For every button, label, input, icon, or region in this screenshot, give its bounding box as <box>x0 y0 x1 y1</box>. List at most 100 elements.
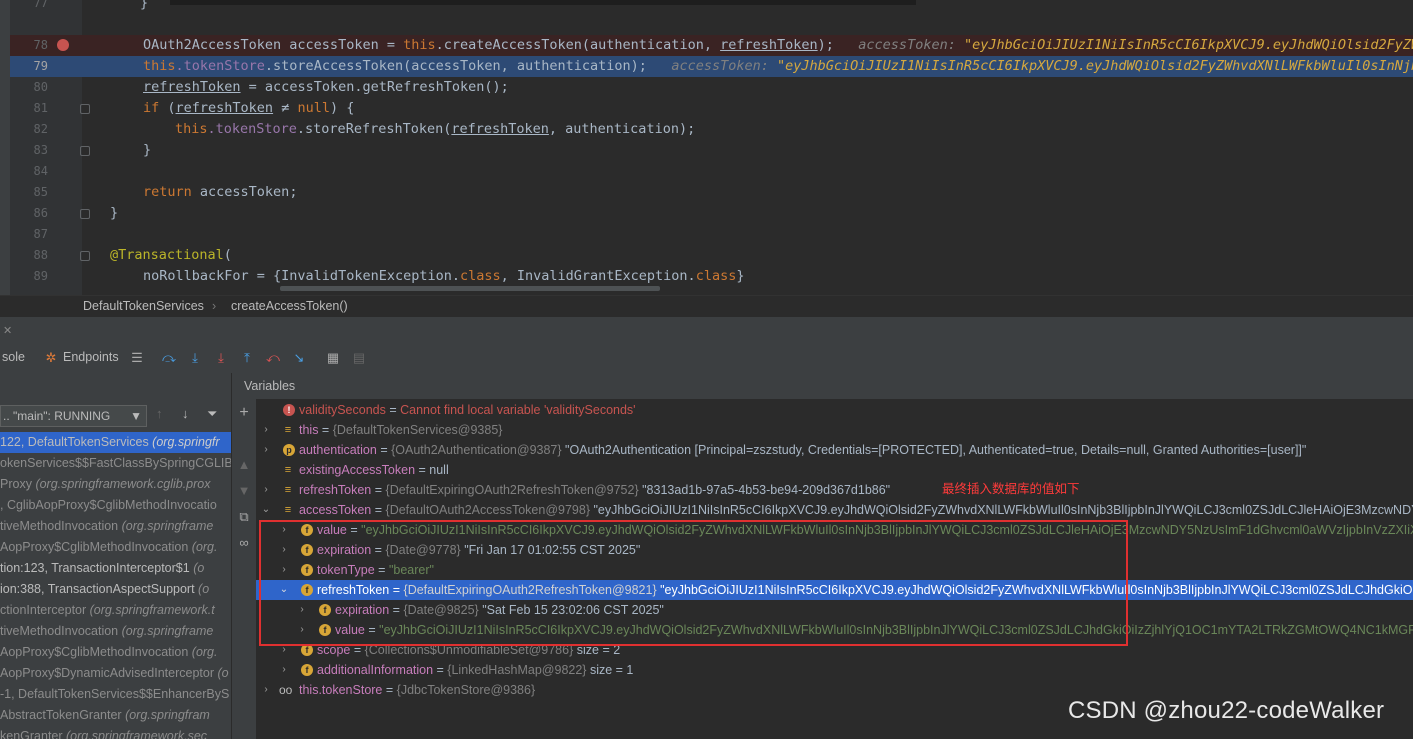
line-number: 86 <box>33 206 48 220</box>
fold-icon[interactable] <box>80 146 90 156</box>
console-tab[interactable]: sole <box>2 350 25 364</box>
chevron-right-icon[interactable]: › <box>261 480 271 500</box>
fold-icon[interactable] <box>80 209 90 219</box>
chevron-down-icon: ▼ <box>130 409 142 423</box>
variable-row[interactable]: ! validitySeconds = Cannot find local va… <box>256 400 1413 420</box>
close-icon[interactable]: ✕ <box>3 324 12 337</box>
scroll-up-icon[interactable]: ▲ <box>236 457 252 473</box>
code-line-83: 83 } <box>10 140 1413 161</box>
stack-frame[interactable]: ctionInterceptor (org.springframework.t <box>0 600 231 621</box>
chevron-right-icon[interactable]: › <box>261 680 271 700</box>
stack-frame[interactable]: tiveMethodInvocation (org.springframe <box>0 621 231 642</box>
stack-frame[interactable]: tion:123, TransactionInterceptor$1 (o <box>0 558 231 579</box>
variable-row[interactable]: › f value = "eyJhbGciOiJIUzI1NiIsInR5cCI… <box>256 520 1413 540</box>
code-editor[interactable]: 77 } 78 OAuth2AccessToken accessToken = … <box>0 0 1413 295</box>
stack-frame[interactable]: AopProxy$DynamicAdvisedInterceptor (o <box>0 663 231 684</box>
stack-frame[interactable]: okenServices$$FastClassBySpringCGLIB$ <box>0 453 231 474</box>
variable-row-selected[interactable]: ⌄ f refreshToken = {DefaultExpiringOAuth… <box>256 580 1413 600</box>
field-icon: f <box>319 604 331 616</box>
code-line-87: 87 <box>10 224 1413 245</box>
step-over-icon[interactable]: ⤼ <box>162 351 176 365</box>
stack-frame[interactable]: -1, DefaultTokenServices$$EnhancerByS <box>0 684 231 705</box>
fold-icon[interactable] <box>80 104 90 114</box>
variable-row[interactable]: › ≡ this = {DefaultTokenServices@9385} <box>256 420 1413 440</box>
variable-row[interactable]: ≡ existingAccessToken = null <box>256 460 1413 480</box>
variable-row[interactable]: › ≡ refreshToken = {DefaultExpiringOAuth… <box>256 480 1413 500</box>
chevron-right-icon[interactable]: › <box>297 600 307 620</box>
chevron-right-icon[interactable]: › <box>261 440 271 460</box>
chevron-right-icon[interactable]: › <box>279 560 289 580</box>
variable-row[interactable]: › f additionalInformation = {LinkedHashM… <box>256 660 1413 680</box>
editor-horizontal-scrollbar[interactable] <box>280 286 660 291</box>
step-out-icon[interactable]: ⤒ <box>240 351 254 365</box>
variables-title: Variables <box>244 379 296 393</box>
stack-frame[interactable]: , CglibAopProxy$CglibMethodInvocatio <box>0 495 231 516</box>
breakpoint-icon[interactable] <box>57 39 69 51</box>
chevron-right-icon[interactable]: › <box>261 420 271 440</box>
parameter-icon: p <box>283 444 295 456</box>
evaluate-icon[interactable]: ▦ <box>326 351 340 365</box>
run-to-cursor-icon[interactable]: ↘ <box>292 351 306 365</box>
field-icon: f <box>301 584 313 596</box>
watch-glasses-icon: oo <box>279 683 293 697</box>
force-step-into-icon[interactable]: ⤓ <box>214 351 228 365</box>
variable-row[interactable]: › f scope = {Collections$UnmodifiableSet… <box>256 640 1413 660</box>
annotation-text: 最终插入数据库的值如下 <box>942 481 1080 496</box>
code-line-89: 89 noRollbackFor = {InvalidTokenExceptio… <box>10 266 1413 287</box>
code-line-80: 80 refreshToken = accessToken.getRefresh… <box>10 77 1413 98</box>
menu-icon[interactable]: ☰ <box>130 351 144 365</box>
scroll-down-icon[interactable]: ▼ <box>236 483 252 499</box>
line-number: 88 <box>33 248 48 262</box>
stack-frame[interactable]: Proxy (org.springframework.cglib.prox <box>0 474 231 495</box>
variable-row[interactable]: › p authentication = {OAuth2Authenticati… <box>256 440 1413 460</box>
line-number: 84 <box>33 164 48 178</box>
fold-icon[interactable] <box>80 251 90 261</box>
code-line-84: 84 <box>10 161 1413 182</box>
watermark: CSDN @zhou22-codeWalker <box>1068 697 1385 724</box>
chevron-right-icon[interactable]: › <box>279 520 289 540</box>
code-line-88: 88 @Transactional( <box>10 245 1413 266</box>
code-line-77: 77 } <box>10 0 1413 14</box>
stack-frame[interactable]: 122, DefaultTokenServices (org.springfr <box>0 432 231 453</box>
stack-frame[interactable]: ion:388, TransactionAspectSupport (o <box>0 579 231 600</box>
line-number: 85 <box>33 185 48 199</box>
step-into-icon[interactable]: ⤓ <box>188 351 202 365</box>
watches-glasses-icon[interactable]: ∞ <box>236 535 252 551</box>
variable-row[interactable]: › f value = "eyJhbGciOiJIUzI1NiIsInR5cCI… <box>256 620 1413 640</box>
stack-frame[interactable]: tiveMethodInvocation (org.springframe <box>0 516 231 537</box>
breadcrumb-method[interactable]: createAccessToken() <box>231 299 348 313</box>
breadcrumb-separator: › <box>212 299 217 313</box>
chevron-right-icon[interactable]: › <box>279 540 289 560</box>
chevron-right-icon[interactable]: › <box>297 620 307 640</box>
code-line-78[interactable]: 78 OAuth2AccessToken accessToken = this.… <box>10 35 1413 56</box>
chevron-down-icon[interactable]: ⌄ <box>261 500 271 520</box>
variable-row[interactable]: ⌄ ≡ accessToken = {DefaultOAuth2AccessTo… <box>256 500 1413 520</box>
stack-frame[interactable]: kenGranter (org.springframework.sec <box>0 726 231 739</box>
stack-frame[interactable]: AopProxy$CglibMethodInvocation (org. <box>0 642 231 663</box>
thread-selector[interactable]: .. "main": RUNNING ▼ <box>0 405 147 427</box>
field-list-icon: ≡ <box>284 464 292 476</box>
breadcrumb-class[interactable]: DefaultTokenServices <box>83 299 204 313</box>
endpoints-tab[interactable]: Endpoints <box>63 350 119 364</box>
up-arrow-icon[interactable]: ↑ <box>156 406 163 421</box>
code-line-79-current[interactable]: 79 this.tokenStore.storeAccessToken(acce… <box>10 56 1413 77</box>
drop-frame-icon[interactable]: ⤺ <box>266 351 280 365</box>
copy-icon[interactable]: ⧉ <box>236 509 252 525</box>
chevron-right-icon[interactable]: › <box>279 660 289 680</box>
variable-row[interactable]: › f tokenType = "bearer" <box>256 560 1413 580</box>
layout-icon[interactable]: ▤ <box>352 351 366 365</box>
stack-frame[interactable]: AbstractTokenGranter (org.springfram <box>0 705 231 726</box>
variables-panel: Variables ! validitySeconds = Cannot fin… <box>244 373 1413 739</box>
variable-row[interactable]: › f expiration = {Date@9778} "Fri Jan 17… <box>256 540 1413 560</box>
line-number: 78 <box>33 38 48 52</box>
chevron-right-icon[interactable]: › <box>279 640 289 660</box>
variable-row[interactable]: › f expiration = {Date@9825} "Sat Feb 15… <box>256 600 1413 620</box>
chevron-down-icon[interactable]: ⌄ <box>279 580 289 600</box>
add-watch-icon[interactable]: + <box>236 405 252 421</box>
endpoints-icon: ✲ <box>45 350 57 365</box>
code-line-81: 81 if (refreshToken ≠ null) { <box>10 98 1413 119</box>
field-list-icon: ≡ <box>284 504 292 516</box>
filter-icon[interactable]: ⏷ <box>207 406 217 422</box>
stack-frame[interactable]: AopProxy$CglibMethodInvocation (org. <box>0 537 231 558</box>
down-arrow-icon[interactable]: ↓ <box>182 406 189 421</box>
